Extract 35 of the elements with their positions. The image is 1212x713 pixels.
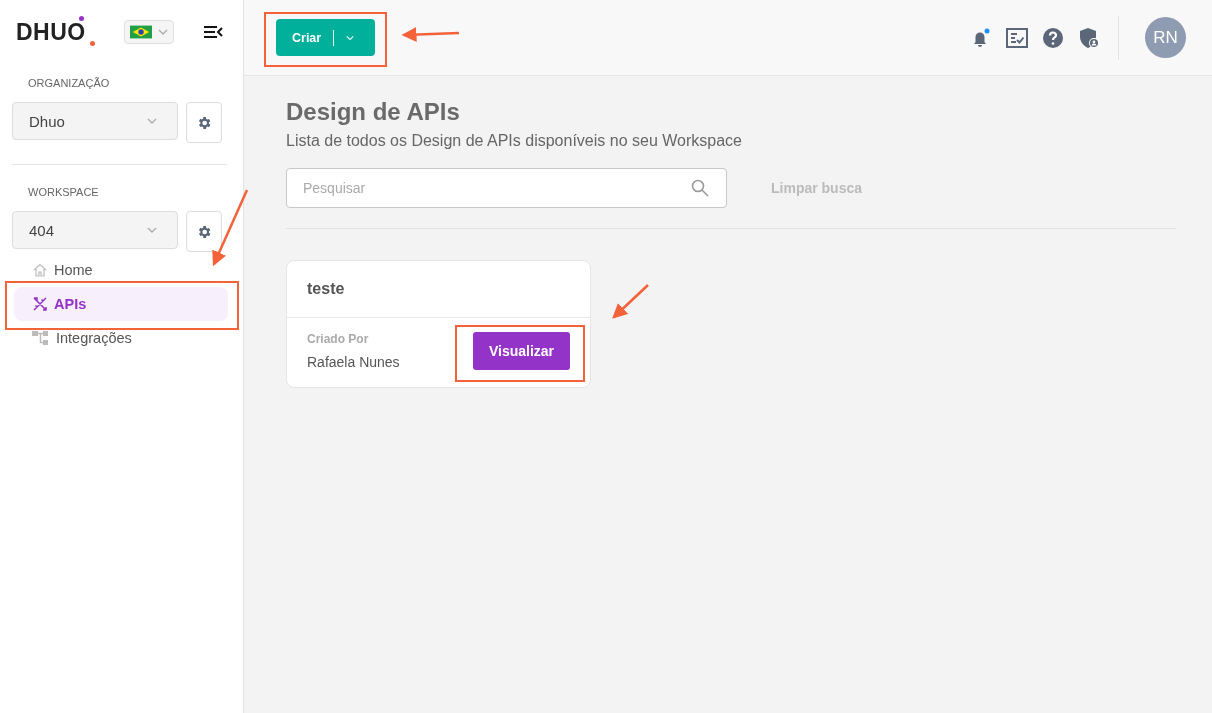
gear-icon — [196, 223, 212, 240]
page-subtitle: Lista de todos os Design de APIs disponíveis no seu Workspace — [286, 132, 743, 150]
menu-collapse-icon[interactable] — [204, 25, 223, 39]
section-label: ORGANIZAÇÃO — [28, 76, 111, 90]
created-by-label: Criado Por — [307, 332, 370, 346]
select-field[interactable]: Dhuo — [12, 102, 178, 140]
caret-icon — [147, 227, 157, 233]
flow-icon — [32, 330, 50, 346]
settings-button[interactable] — [186, 102, 222, 143]
nav-item[interactable]: Home — [14, 253, 228, 287]
select-field[interactable]: 404 — [12, 211, 178, 249]
tools-icon — [32, 296, 48, 312]
caret-icon — [346, 34, 355, 41]
author-name: Rafaela Nunes — [307, 354, 400, 370]
gear-icon — [196, 114, 212, 131]
caret-icon — [147, 118, 157, 124]
search-icon — [691, 179, 709, 197]
nav-item[interactable]: APIs — [14, 287, 228, 321]
arrow — [401, 27, 460, 43]
logo: DHUO — [16, 18, 112, 46]
home-icon — [32, 262, 48, 278]
shield-user-icon[interactable] — [1078, 26, 1100, 49]
view-button[interactable]: Visualizar — [473, 332, 570, 370]
language-dropdown[interactable] — [124, 20, 174, 44]
settings-button[interactable] — [186, 211, 222, 252]
caret-icon — [158, 29, 168, 35]
page-title: Design de APIs — [286, 98, 461, 126]
help-icon[interactable] — [1042, 26, 1064, 49]
arrow — [612, 284, 649, 319]
section-label: WORKSPACE — [28, 185, 100, 199]
card-title: teste — [287, 261, 590, 318]
brazil-flag-icon — [130, 25, 152, 39]
checklist-icon[interactable] — [1006, 27, 1028, 48]
nav-item[interactable]: Integrações — [14, 321, 228, 355]
search-field[interactable]: Pesquisar — [286, 168, 727, 208]
